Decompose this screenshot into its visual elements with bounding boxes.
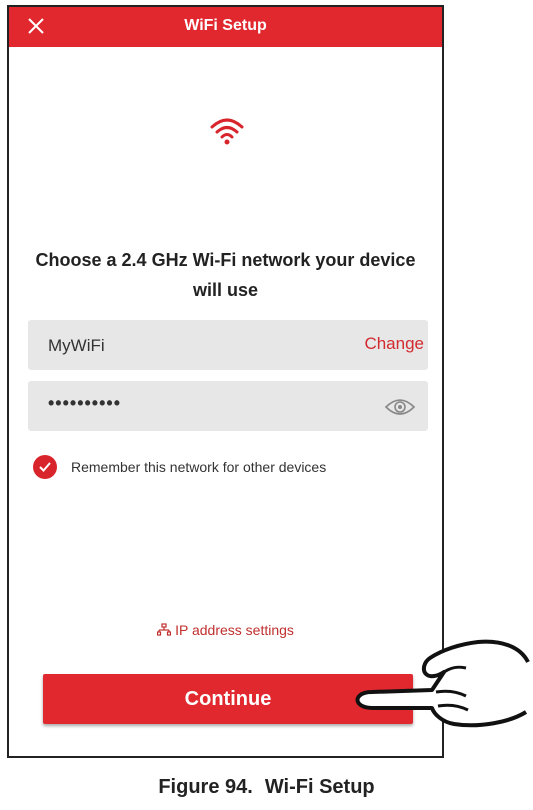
remember-label: Remember this network for other devices <box>71 459 327 475</box>
eye-icon[interactable] <box>384 396 416 418</box>
network-heading: Choose a 2.4 GHz Wi-Fi network your devi… <box>35 250 416 300</box>
ip-address-settings-label: IP address settings <box>175 622 294 638</box>
figure-title: Wi-Fi Setup <box>264 776 375 798</box>
ssid-field[interactable]: MyWiFi Change <box>28 320 428 370</box>
wifi-icon <box>209 115 245 147</box>
password-field[interactable]: •••••••••• <box>28 381 428 431</box>
network-icon <box>156 623 172 636</box>
figure-caption: Figure 94. Wi-Fi Setup <box>0 776 533 799</box>
figure-number: Figure 94. <box>158 776 253 798</box>
ssid-value: MyWiFi <box>48 336 105 355</box>
change-network-link[interactable]: Change <box>364 334 424 354</box>
page-title: WiFi Setup <box>184 17 267 34</box>
pointing-hand-icon <box>355 639 530 728</box>
app-header: WiFi Setup <box>9 7 442 47</box>
checkmark-icon <box>39 462 51 472</box>
remember-checkbox[interactable] <box>33 455 57 479</box>
password-value: •••••••••• <box>48 393 122 413</box>
